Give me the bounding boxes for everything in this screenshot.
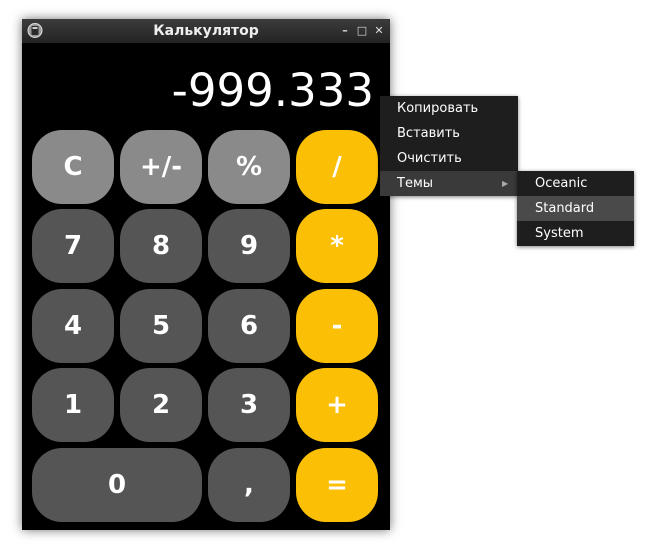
- clear-button[interactable]: C: [32, 130, 114, 204]
- negate-button[interactable]: +/-: [120, 130, 202, 204]
- add-button[interactable]: +: [296, 368, 378, 442]
- menu-item-label: Темы: [397, 176, 434, 191]
- menu-item-label: Вставить: [397, 126, 460, 141]
- minimize-button[interactable]: –: [338, 23, 352, 39]
- theme-item-label: System: [535, 226, 584, 241]
- window-title: Калькулятор: [153, 23, 259, 39]
- digit-9-button[interactable]: 9: [208, 209, 290, 283]
- menu-item-themes[interactable]: Темы ▶: [380, 171, 518, 196]
- percent-button[interactable]: %: [208, 130, 290, 204]
- divide-button[interactable]: /: [296, 130, 378, 204]
- digit-7-button[interactable]: 7: [32, 209, 114, 283]
- menu-item-clear[interactable]: Очистить: [380, 146, 518, 171]
- close-button[interactable]: ✕: [372, 23, 386, 39]
- digit-8-button[interactable]: 8: [120, 209, 202, 283]
- result-display: -999.333: [171, 64, 374, 117]
- menu-item-paste[interactable]: Вставить: [380, 121, 518, 146]
- calculator-window: Калькулятор – □ ✕ -999.333 C +/- % / 7 8…: [22, 19, 390, 530]
- title-bar[interactable]: Калькулятор – □ ✕: [22, 19, 390, 43]
- equals-button[interactable]: =: [296, 448, 378, 522]
- digit-2-button[interactable]: 2: [120, 368, 202, 442]
- menu-item-label: Очистить: [397, 151, 462, 166]
- theme-item-oceanic[interactable]: Oceanic: [517, 171, 634, 196]
- digit-0-button[interactable]: 0: [32, 448, 202, 522]
- digit-1-button[interactable]: 1: [32, 368, 114, 442]
- multiply-button[interactable]: *: [296, 209, 378, 283]
- theme-item-system[interactable]: System: [517, 221, 634, 246]
- themes-submenu: Oceanic Standard System: [517, 171, 634, 246]
- menu-item-copy[interactable]: Копировать: [380, 96, 518, 121]
- theme-item-label: Standard: [535, 201, 595, 216]
- submenu-arrow-icon: ▶: [502, 179, 509, 188]
- theme-item-label: Oceanic: [535, 176, 588, 191]
- decimal-comma-button[interactable]: ,: [208, 448, 290, 522]
- digit-5-button[interactable]: 5: [120, 289, 202, 363]
- digit-6-button[interactable]: 6: [208, 289, 290, 363]
- context-menu: Копировать Вставить Очистить Темы ▶: [380, 96, 518, 196]
- digit-3-button[interactable]: 3: [208, 368, 290, 442]
- maximize-button[interactable]: □: [355, 23, 369, 39]
- theme-item-standard[interactable]: Standard: [517, 196, 634, 221]
- subtract-button[interactable]: -: [296, 289, 378, 363]
- menu-item-label: Копировать: [397, 101, 479, 116]
- digit-4-button[interactable]: 4: [32, 289, 114, 363]
